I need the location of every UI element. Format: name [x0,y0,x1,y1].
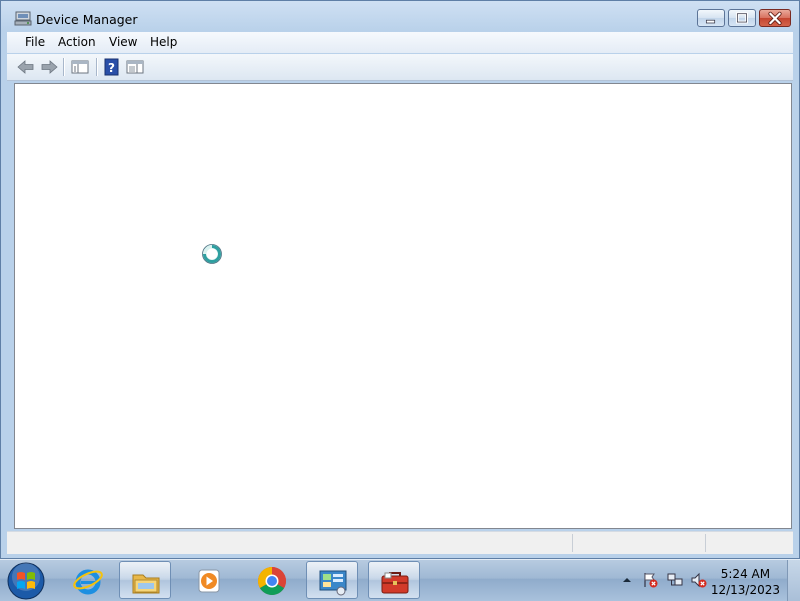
status-bar [7,531,793,554]
device-tree-pane[interactable] [14,83,792,529]
volume-muted-icon[interactable] [691,572,707,588]
taskbar-media-player[interactable] [183,561,235,599]
chrome-icon [258,567,286,595]
taskbar-internet-explorer[interactable] [62,561,114,599]
back-arrow-icon[interactable] [16,58,36,76]
toolbox-icon [381,572,409,594]
minimize-button[interactable] [697,9,725,27]
control-panel-icon [319,570,347,596]
network-icon[interactable] [667,572,683,588]
file-explorer-icon [132,574,160,594]
menu-view[interactable]: View [108,35,138,49]
system-clock[interactable]: 5:24 AM 12/13/2023 [711,566,780,598]
taskbar-control-panel[interactable] [306,561,358,599]
device-manager-window: Device Manager File Action View Help ? [0,0,800,559]
forward-arrow-icon[interactable] [39,58,59,76]
media-player-icon [198,569,220,593]
close-button[interactable] [759,9,791,27]
menu-bar: File Action View Help [7,32,793,53]
taskbar-file-explorer[interactable] [119,561,171,599]
close-icon [768,11,782,25]
window-title: Device Manager [36,12,138,27]
menu-help[interactable]: Help [149,35,178,49]
toolbar-separator [63,58,65,76]
taskbar-device-manager[interactable] [368,561,420,599]
taskbar-chrome[interactable] [246,561,298,599]
taskbar: 5:24 AM 12/13/2023 [0,559,800,601]
toolbar: ? [7,54,793,81]
status-pane [705,534,706,552]
toolbar-separator [96,58,98,76]
device-manager-icon [14,11,32,26]
clock-time: 5:24 AM [720,567,771,581]
clock-date: 12/13/2023 [710,583,780,597]
caption-buttons [694,9,791,29]
start-button[interactable] [6,561,46,601]
minimize-icon [705,19,716,24]
maximize-button[interactable] [728,9,756,27]
show-desktop-button[interactable] [787,560,800,601]
maximize-icon [735,12,749,24]
internet-explorer-icon [73,569,103,595]
svg-text:?: ? [108,61,115,75]
menu-action[interactable]: Action [57,35,97,49]
menu-file[interactable]: File [24,35,46,49]
busy-cursor-icon [202,244,222,264]
action-center-error-icon[interactable] [642,572,658,588]
title-bar[interactable]: Device Manager [1,1,799,33]
status-pane [572,534,573,552]
properties-pane-icon[interactable] [125,58,145,76]
show-hide-console-tree-icon[interactable] [70,58,90,76]
help-icon[interactable]: ? [102,58,122,76]
show-hidden-icons-arrow[interactable] [619,572,635,588]
